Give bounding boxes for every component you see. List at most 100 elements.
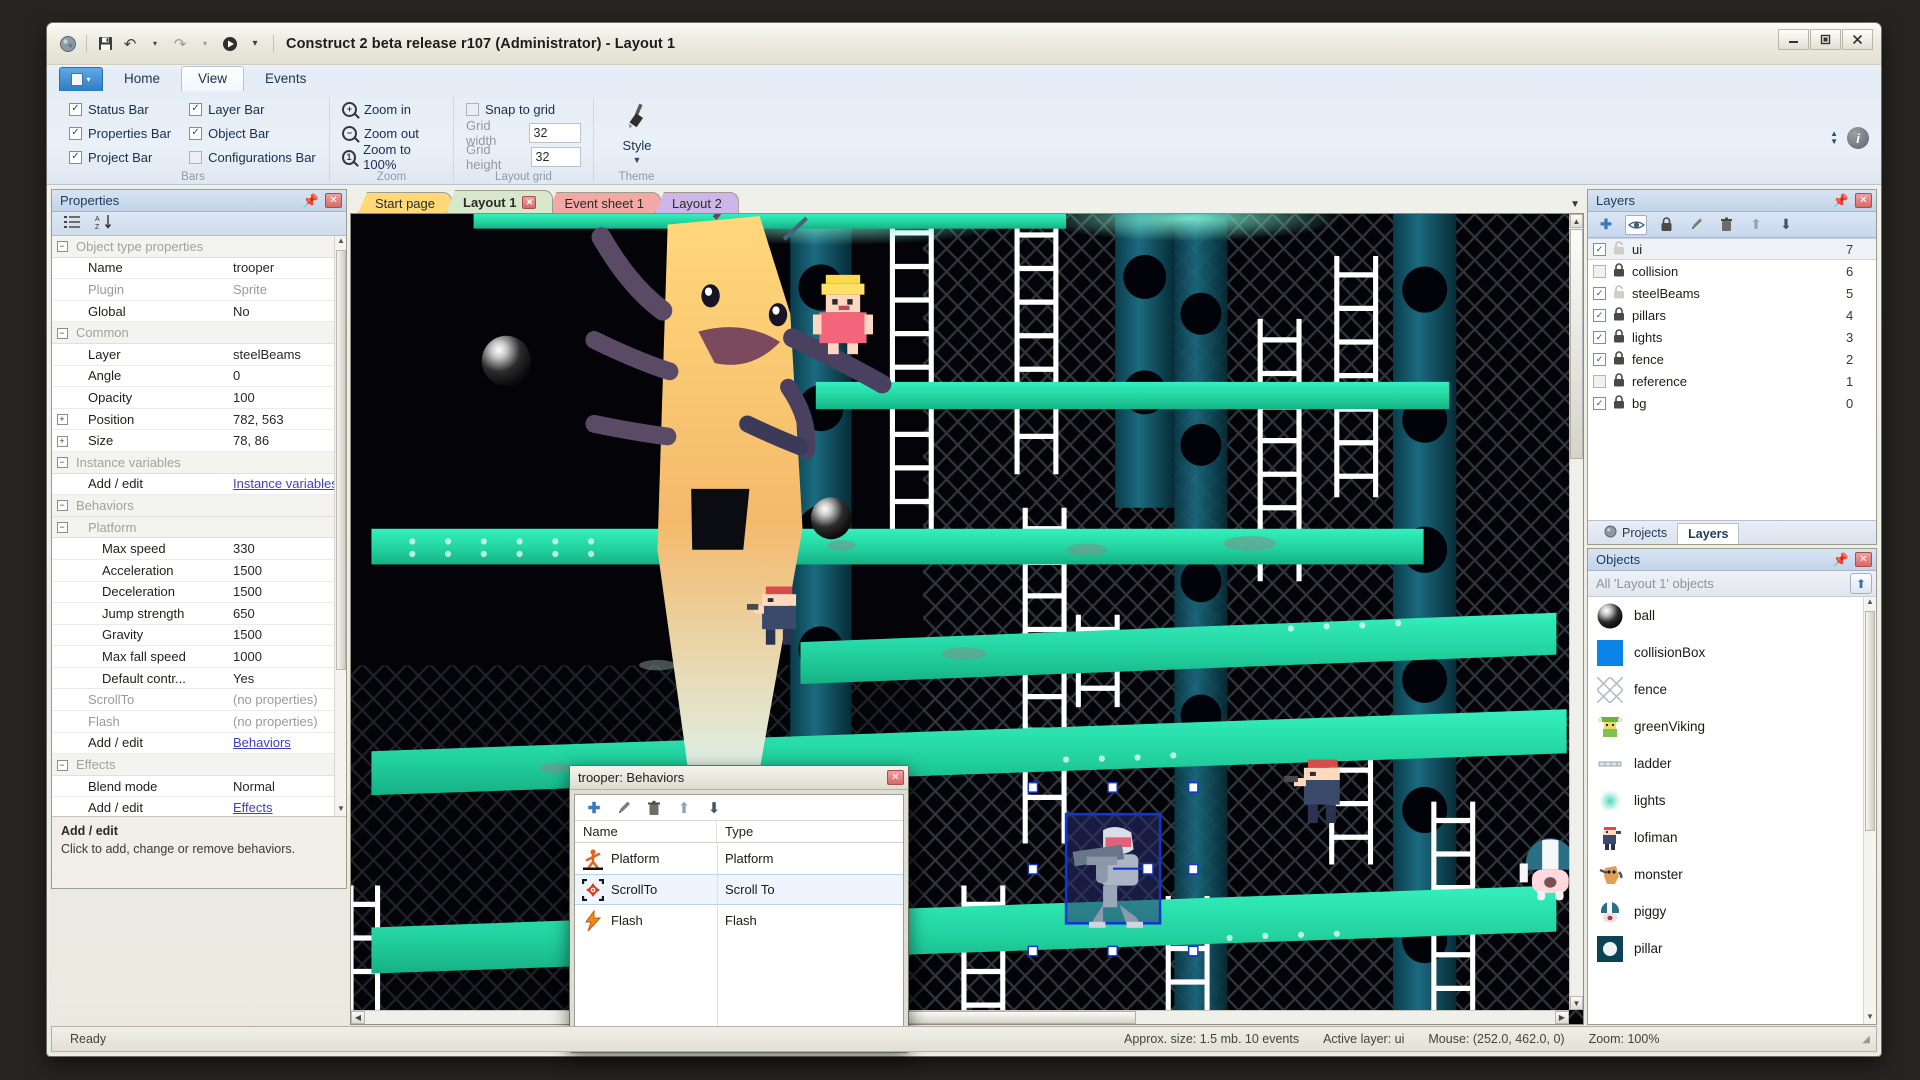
property-value[interactable]: Normal [228,779,346,794]
lock-closed-icon[interactable] [1612,262,1626,280]
property-value[interactable]: 78, 86 [228,433,346,448]
objects-list[interactable]: ball collisionBox fence greenViking ladder li… [1588,597,1876,1024]
property-row[interactable]: Angle 0 [52,366,346,388]
resize-grip-icon[interactable]: ◢ [1862,1034,1870,1045]
pin-icon[interactable]: 📌 [1833,193,1849,209]
tab-projects[interactable]: Projects [1594,522,1677,544]
lock-open-icon[interactable] [1612,284,1626,302]
trash-icon[interactable] [1715,215,1737,235]
property-value[interactable]: steelBeams [228,347,346,362]
lock-icon[interactable] [1655,215,1677,235]
layers-list[interactable]: ✓ ui 7 ✓ collision 6 ✓ steelBeams 5 ✓ pillars 4 ✓ lig… [1588,238,1876,520]
property-value[interactable]: Sprite [228,282,346,297]
properties-scroll-up-icon[interactable]: ▲ [336,236,346,248]
property-value[interactable]: (no properties) [228,714,346,729]
tab-layout-1[interactable]: Layout 1 ✕ [446,190,554,213]
object-list-item[interactable]: ladder [1588,745,1876,782]
property-value[interactable]: 330 [228,541,346,556]
property-row[interactable]: Default contr... Yes [52,668,346,690]
property-link[interactable]: Effects [233,800,273,815]
minimize-button[interactable] [1778,29,1809,50]
object-list-item[interactable]: fence [1588,671,1876,708]
layer-row[interactable]: ✓ pillars 4 [1588,304,1876,326]
tab-start-page[interactable]: Start page [358,192,452,213]
behavior-row[interactable]: ScrollTo Scroll To [575,874,903,905]
style-button[interactable]: Style ▼ [606,97,668,165]
customize-qat-icon[interactable]: ▾ [244,33,266,55]
property-row[interactable]: Plugin Sprite [52,279,346,301]
property-link[interactable]: Instance variables [233,476,338,491]
lock-closed-icon[interactable] [1612,350,1626,368]
collapse-icon[interactable]: − [52,759,72,771]
checkbox-properties-bar[interactable]: ✓ Properties Bar [69,121,171,145]
run-icon[interactable] [219,33,241,55]
save-icon[interactable] [94,33,116,55]
property-row[interactable]: Layer steelBeams [52,344,346,366]
scroll-left-icon[interactable]: ◀ [351,1011,365,1024]
tabs-dropdown-icon[interactable]: ▼ [1570,199,1580,210]
property-value[interactable]: Effects [228,800,346,815]
property-row[interactable]: Jump strength 650 [52,603,346,625]
property-value[interactable]: Behaviors [228,735,346,750]
redo-dropdown-icon[interactable]: ▾ [194,33,216,55]
layout-canvas[interactable] [351,214,1583,1024]
layer-row[interactable]: ✓ reference 1 [1588,370,1876,392]
layer-row[interactable]: ✓ collision 6 [1588,260,1876,282]
close-icon[interactable]: ✕ [1855,193,1872,208]
objects-scroll-thumb[interactable] [1865,611,1875,831]
lock-closed-icon[interactable] [1612,372,1626,390]
tab-view[interactable]: View [181,66,245,91]
property-row[interactable]: − Effects [52,754,346,776]
tab-events[interactable]: Events [248,66,323,91]
checkbox-layer-bar[interactable]: ✓ Layer Bar [189,97,316,121]
layer-visibility-checkbox[interactable]: ✓ [1593,286,1606,300]
expand-icon[interactable]: + [52,435,72,447]
object-list-item[interactable]: lights [1588,782,1876,819]
property-row[interactable]: Global No [52,301,346,323]
help-info-icon[interactable]: i [1847,127,1869,149]
objects-scroll-down-icon[interactable]: ▼ [1865,1012,1875,1024]
ribbon-collapse-spinner-icon[interactable]: ▲ ▼ [1830,130,1838,146]
zoom-in-button[interactable]: + Zoom in [342,97,441,121]
property-row[interactable]: Add / edit Effects [52,797,346,816]
collapse-icon[interactable]: − [52,456,72,469]
tab-event-sheet-1[interactable]: Event sheet 1 [547,192,661,213]
sort-alpha-icon[interactable]: AZ [95,214,114,233]
object-list-item[interactable]: collisionBox [1588,634,1876,671]
close-icon[interactable]: ✕ [1855,552,1872,567]
grid-height-field[interactable]: Grid height 32 [466,142,581,172]
object-list-item[interactable]: piggy [1588,893,1876,930]
tab-close-icon[interactable]: ✕ [522,195,537,209]
lock-closed-icon[interactable] [1612,306,1626,324]
delete-behavior-icon[interactable] [643,798,665,818]
property-row[interactable]: − Instance variables [52,451,346,474]
checkbox-configurations-bar[interactable]: ✓ Configurations Bar [189,145,316,169]
behavior-row[interactable]: Flash Flash [575,905,903,936]
add-layer-icon[interactable]: ✚ [1595,215,1617,235]
property-row[interactable]: + Size 78, 86 [52,430,346,452]
scroll-down-icon[interactable]: ▼ [1570,996,1583,1010]
collapse-icon[interactable]: − [52,327,72,339]
layer-row[interactable]: ✓ steelBeams 5 [1588,282,1876,304]
checkbox-object-bar[interactable]: ✓ Object Bar [189,121,316,145]
layer-row[interactable]: ✓ fence 2 [1588,348,1876,370]
canvas-horizontal-scrollbar[interactable]: ◀ ▶ [351,1010,1569,1024]
layer-visibility-checkbox[interactable]: ✓ [1593,374,1606,388]
property-value[interactable]: Yes [228,671,346,686]
canvas-vscroll-thumb[interactable] [1570,229,1583,459]
property-row[interactable]: Acceleration 1500 [52,560,346,582]
layer-visibility-checkbox[interactable]: ✓ [1593,396,1606,410]
property-row[interactable]: Flash (no properties) [52,711,346,733]
properties-scroll-down-icon[interactable]: ▼ [336,804,346,816]
pin-icon[interactable]: 📌 [1833,552,1849,568]
property-row[interactable]: Add / edit Instance variables [52,474,346,496]
layer-visibility-checkbox[interactable]: ✓ [1593,330,1606,344]
property-row[interactable]: Name trooper [52,258,346,280]
edit-behavior-icon[interactable] [613,798,635,818]
properties-scrollbar[interactable]: ▲ ▼ [334,236,346,816]
undo-icon[interactable]: ↶ [119,33,141,55]
close-icon[interactable]: ✕ [325,193,342,208]
move-down-icon[interactable]: ⬇ [703,798,725,818]
property-value[interactable]: 1000 [228,649,346,664]
property-value[interactable]: Instance variables [228,476,346,491]
